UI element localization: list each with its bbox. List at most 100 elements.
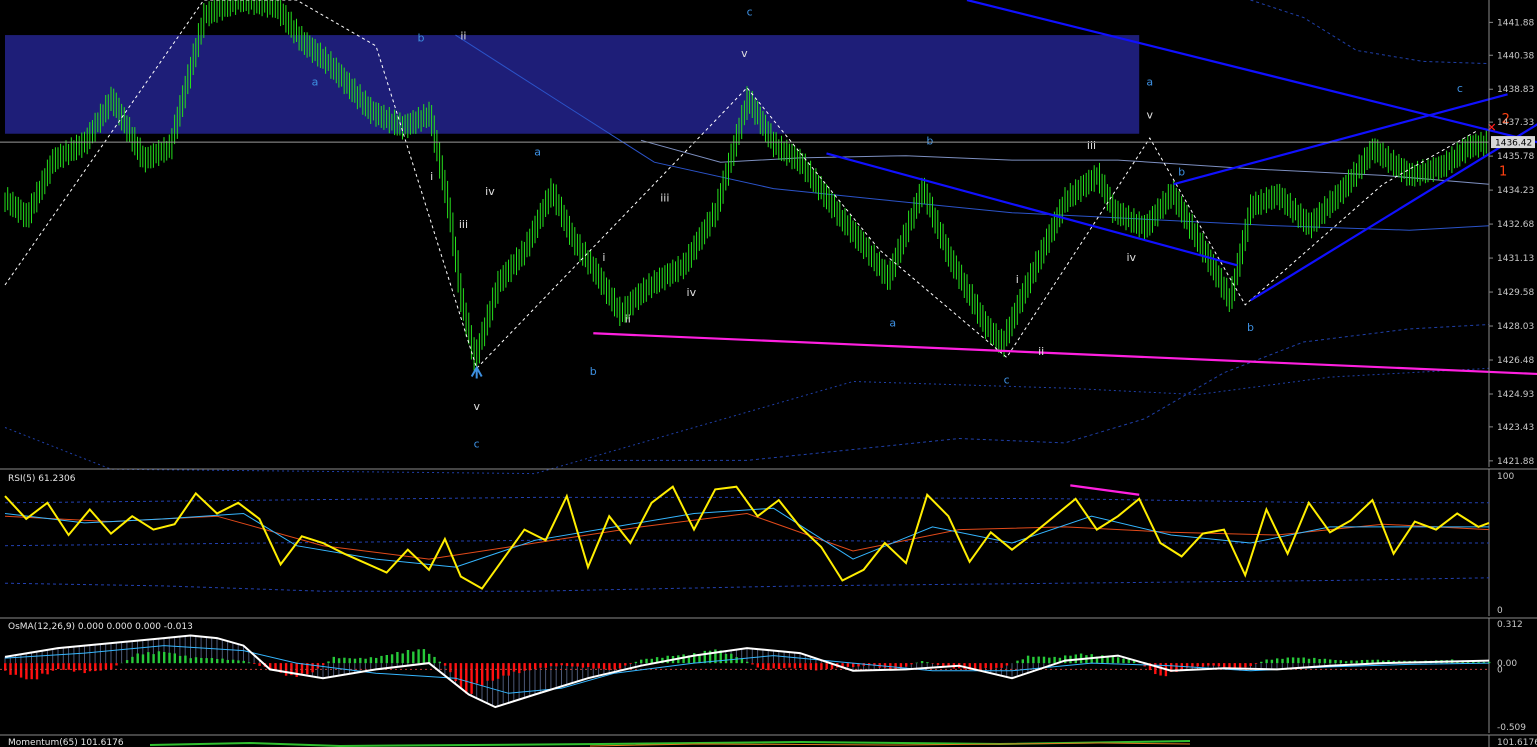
osma-histogram-bar xyxy=(200,657,203,664)
osma-histogram-bar xyxy=(104,663,108,670)
osma-histogram-bar xyxy=(237,660,240,664)
osma-histogram-bar xyxy=(41,663,44,674)
rsi-pane[interactable]: RSI(5) 61.2306 100 0 xyxy=(0,468,1537,616)
osma-histogram-bar xyxy=(178,655,182,664)
osma-histogram-bar xyxy=(168,652,171,664)
osma-histogram-bar xyxy=(152,654,155,664)
buy-arrow-icon xyxy=(470,365,483,379)
osma-histogram-bar xyxy=(539,663,542,668)
wave-label: c xyxy=(1457,82,1463,95)
osma-histogram-bar xyxy=(746,661,749,664)
osma-histogram-bar xyxy=(173,653,176,664)
osma-histogram-bar xyxy=(1042,656,1046,664)
wave-label: b xyxy=(926,135,933,148)
wave-label: c xyxy=(747,5,753,18)
osma-histogram-bar xyxy=(735,657,738,664)
osma-histogram-bar xyxy=(1117,657,1120,664)
osma-histogram-bar xyxy=(793,663,797,669)
osma-histogram-bar xyxy=(46,663,49,675)
osma-histogram-bar xyxy=(772,663,775,669)
osma-histogram-bar xyxy=(51,663,55,671)
osma-histogram-bar xyxy=(1005,663,1009,666)
wave-label: iii xyxy=(660,192,669,205)
osma-histogram-bar xyxy=(422,649,426,664)
osma-histogram-bar xyxy=(1344,661,1348,664)
wave-label: a xyxy=(889,317,896,330)
osma-histogram-bar xyxy=(1350,660,1353,664)
osma-histogram-bar xyxy=(417,649,420,664)
osma-histogram-bar xyxy=(67,663,70,670)
wave-label: i xyxy=(1016,273,1019,286)
osma-histogram-bar xyxy=(115,663,118,666)
osma-histogram-bar xyxy=(1329,659,1332,664)
osma-histogram-bar xyxy=(1302,657,1305,664)
osma-histogram-bar xyxy=(1122,658,1125,664)
osma-histogram-bar xyxy=(110,663,113,670)
osma-histogram-bar xyxy=(756,663,759,668)
osma-histogram-bar xyxy=(19,663,23,678)
osma-histogram-bar xyxy=(353,658,357,664)
trendline-5 xyxy=(593,332,1537,376)
osma-histogram-bar xyxy=(560,663,563,666)
osma-histogram-bar xyxy=(459,663,463,689)
price-tick-label: 1441.88 xyxy=(1497,18,1534,28)
osma-histogram-bar xyxy=(555,663,558,667)
osma-histogram-bar xyxy=(809,663,812,669)
osma-histogram-bar xyxy=(258,663,261,666)
rsi-lower-band xyxy=(4,577,1490,592)
osma-histogram-bar xyxy=(125,660,129,664)
trading-chart[interactable]: ab iicvaiiviiiiiiiiiivbvcbaiiiciiiavbivbc… xyxy=(0,0,1537,747)
wave-label: v xyxy=(741,47,748,60)
osma-histogram-bar xyxy=(820,663,823,670)
osma-histogram-bar xyxy=(470,663,473,694)
wave-label: a xyxy=(534,146,541,159)
osma-histogram-bar xyxy=(624,663,627,666)
osma-histogram-bar xyxy=(1291,657,1295,664)
wave-label: ii xyxy=(460,29,466,42)
wave-label: i xyxy=(602,251,605,264)
osma-histogram-bar xyxy=(380,655,383,664)
osma-histogram-bar xyxy=(496,663,500,679)
osma-histogram-bar xyxy=(1212,663,1215,666)
osma-histogram-bar xyxy=(369,657,373,664)
osma-histogram-bar xyxy=(549,663,553,667)
osma-histogram-bar xyxy=(682,654,685,664)
osma-pane[interactable]: OsMA(12,26,9) 0.000 0.000 0.000 -0.013 0.… xyxy=(0,617,1537,733)
osma-histogram-bar xyxy=(221,658,224,664)
osma-histogram-bar xyxy=(1064,655,1067,664)
osma-histogram-bar xyxy=(1244,663,1247,668)
wave-label: i xyxy=(430,170,433,183)
wave-label: iv xyxy=(687,286,697,299)
osma-histogram-bar xyxy=(507,663,510,676)
momentum-pane[interactable]: Momentum(65) 101.6176 101.6176 xyxy=(0,734,1537,747)
osma-histogram-bar xyxy=(449,663,452,673)
osma-histogram-bar xyxy=(512,663,516,672)
price-pane[interactable]: ab iicvaiiviiiiiiiiiivbvcbaiiiciiiavbivbc… xyxy=(0,0,1537,475)
osma-histogram-bar xyxy=(565,663,569,666)
osma-histogram-bar xyxy=(35,663,39,680)
osma-histogram-bar xyxy=(905,663,908,667)
osma-histogram-bar xyxy=(936,663,940,665)
price-tick-label: 1424.93 xyxy=(1497,390,1534,400)
osma-histogram-bar xyxy=(597,663,600,669)
osma-histogram-bar xyxy=(83,663,86,674)
osma-histogram-bar xyxy=(799,663,802,668)
osma-histogram-bar xyxy=(194,657,198,664)
price-tick-label: 1431.13 xyxy=(1497,254,1534,264)
osma-histogram-bar xyxy=(337,658,341,664)
osma-histogram-bar xyxy=(62,663,65,670)
rsi-divergence-line xyxy=(1070,484,1140,496)
osma-histogram-bar xyxy=(1260,661,1263,664)
trendline-2 xyxy=(826,152,1238,267)
osma-histogram-bar xyxy=(777,663,781,669)
wave-label: ii xyxy=(625,312,631,325)
osma-histogram-bar xyxy=(1217,663,1221,667)
osma-histogram-bar xyxy=(184,655,187,664)
osma-histogram-bar xyxy=(740,658,744,664)
osma-histogram-bar xyxy=(587,663,590,668)
osma-histogram-bar xyxy=(1196,663,1199,667)
trendline-3 xyxy=(1173,93,1508,186)
osma-histogram-bar xyxy=(30,663,33,680)
wave-label: b xyxy=(590,365,597,378)
sell-marker-icon: ✕ xyxy=(1487,121,1497,135)
